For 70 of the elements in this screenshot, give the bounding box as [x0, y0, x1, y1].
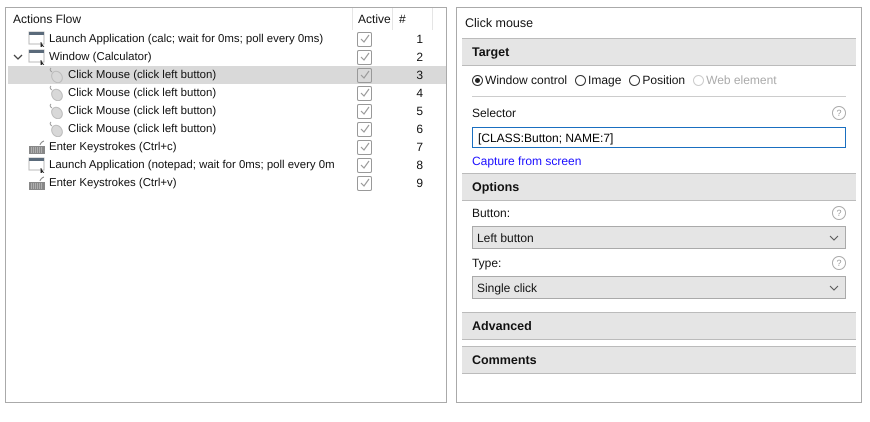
active-checkbox[interactable]	[357, 68, 372, 82]
row-number: 1	[415, 32, 423, 46]
mouse-icon	[47, 67, 65, 83]
section-header[interactable]: Comments	[462, 346, 856, 374]
app-window-icon	[28, 157, 46, 173]
row-number: 7	[415, 140, 423, 154]
radio-button[interactable]	[575, 74, 586, 86]
app-window-icon	[28, 31, 46, 47]
active-checkbox[interactable]	[357, 86, 372, 100]
chevron-icon	[829, 234, 839, 240]
tree-row[interactable]: Window (Calculator) 2	[8, 48, 446, 66]
radio-label: Position	[642, 73, 686, 87]
section-header[interactable]: Target	[462, 38, 856, 66]
tree-row[interactable]: Click Mouse (click left button) 6	[8, 120, 446, 138]
action-label: Launch Application (notepad; wait for 0ms; poll every 0m	[49, 159, 335, 171]
active-checkbox[interactable]	[357, 50, 372, 64]
row-number: 5	[415, 104, 423, 118]
tree-row[interactable]: Launch Application (notepad; wait for 0ms; poll every 0m 8	[8, 156, 446, 174]
app-window-icon	[28, 49, 46, 65]
column-header[interactable]: Actions Flow	[6, 8, 353, 30]
selector-field[interactable]: [CLASS:Button; NAME:7]	[472, 127, 846, 148]
mouse-icon	[47, 121, 65, 137]
field-label: Button:	[472, 206, 510, 220]
keyboard-icon	[28, 139, 46, 155]
action-label: Click Mouse (click left button)	[68, 123, 216, 135]
action-label: Window (Calculator)	[49, 51, 152, 63]
keyboard-icon	[28, 175, 46, 191]
tree-row[interactable]: Click Mouse (click left button) 5	[8, 102, 446, 120]
action-label: Enter Keystrokes (Ctrl+c)	[49, 141, 177, 153]
mouse-icon	[47, 85, 65, 101]
mouse-icon	[47, 103, 65, 119]
chevron-icon[interactable]	[13, 52, 23, 62]
active-checkbox[interactable]	[357, 32, 372, 46]
action-label: Launch Application (calc; wait for 0ms; poll every 0ms)	[49, 33, 324, 45]
button-dropdown[interactable]: Left button	[472, 226, 846, 249]
active-checkbox[interactable]	[357, 158, 372, 172]
action-label: Click Mouse (click left button)	[68, 69, 216, 81]
row-number: 2	[415, 50, 423, 64]
row-number: 4	[415, 86, 423, 100]
column-header[interactable]: #	[393, 8, 433, 30]
row-number: 8	[415, 158, 423, 172]
active-checkbox[interactable]	[357, 176, 372, 190]
column-header[interactable]: Active	[353, 8, 393, 30]
chevron-icon	[829, 284, 839, 290]
active-checkbox[interactable]	[357, 122, 372, 136]
row-number: 6	[415, 122, 423, 136]
tree-row[interactable]: Launch Application (calc; wait for 0ms; poll every 0ms) 1	[8, 30, 446, 48]
field-label: Selector	[472, 106, 516, 120]
active-checkbox[interactable]	[357, 140, 372, 154]
action-label: Click Mouse (click left button)	[68, 105, 216, 117]
row-number: 3	[415, 68, 423, 82]
radio-label: Window control	[485, 73, 568, 87]
radio-button[interactable]	[629, 74, 640, 86]
capture-link[interactable]: Capture from screen	[472, 154, 582, 168]
tree-row[interactable]: Click Mouse (click left button) 3	[8, 66, 446, 84]
section-header[interactable]: Advanced	[462, 312, 856, 340]
panel-title: Click mouse	[464, 15, 534, 32]
active-checkbox[interactable]	[357, 104, 372, 118]
radio-label: Image	[588, 73, 622, 87]
row-number: 9	[415, 176, 423, 190]
action-label: Enter Keystrokes (Ctrl+v)	[49, 177, 177, 189]
radio-button[interactable]	[472, 74, 483, 86]
radio-label: Web element	[706, 73, 777, 87]
type-dropdown[interactable]: Single click	[472, 276, 846, 299]
tree-row[interactable]: Click Mouse (click left button) 4	[8, 84, 446, 102]
tree-row[interactable]: Enter Keystrokes (Ctrl+c) 7	[8, 138, 446, 156]
action-label: Click Mouse (click left button)	[68, 87, 216, 99]
tree-row[interactable]: Enter Keystrokes (Ctrl+v) 9	[8, 174, 446, 192]
section-header[interactable]: Options	[462, 173, 856, 201]
field-label: Type:	[472, 256, 502, 270]
